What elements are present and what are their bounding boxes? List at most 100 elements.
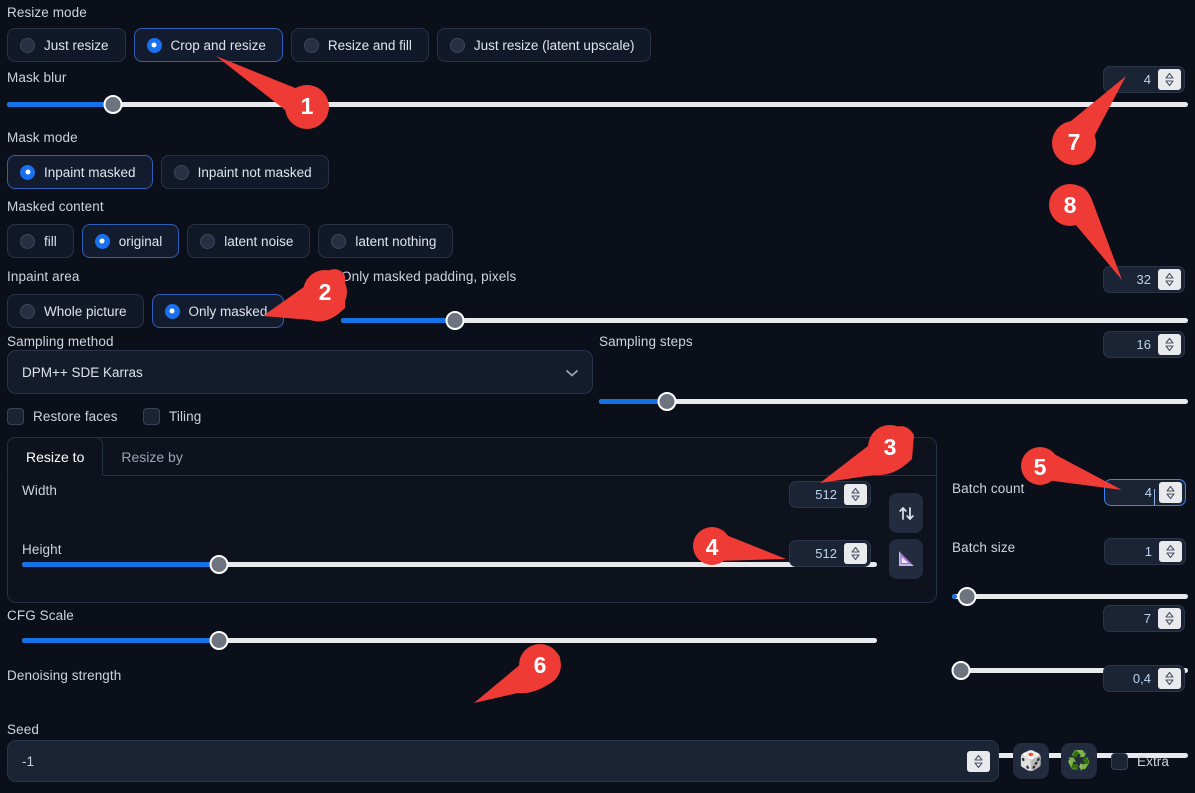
spinner-icon[interactable]	[1158, 269, 1181, 290]
annotation-number: 6	[533, 652, 547, 678]
spinner-icon[interactable]	[1158, 69, 1181, 90]
radio-label: Crop and resize	[170, 37, 266, 53]
cfg-scale-value: 7	[1143, 611, 1151, 626]
slider-thumb[interactable]	[209, 555, 229, 574]
radio-dot-icon	[331, 233, 347, 249]
denoising-strength-number-input[interactable]: 0,4	[1103, 665, 1185, 692]
swap-dimensions-icon[interactable]	[889, 493, 923, 533]
sampling-method-value: DPM++ SDE Karras	[22, 364, 143, 380]
slider-thumb[interactable]	[445, 311, 465, 330]
spinner-icon[interactable]	[1158, 668, 1181, 689]
random-seed-dice-icon[interactable]: 🎲	[1013, 743, 1049, 779]
restore-faces-checkbox[interactable]: Restore faces	[7, 408, 118, 425]
mask-blur-number-input[interactable]: 4	[1103, 66, 1185, 93]
checkbox-icon	[143, 408, 160, 425]
tiling-label: Tiling	[169, 409, 202, 424]
extra-label: Extra	[1137, 754, 1170, 769]
batch-count-slider[interactable]	[952, 587, 1188, 606]
radio-original[interactable]: original	[81, 224, 180, 258]
annotation-arrow-1: 1	[210, 50, 335, 130]
radio-dot-icon	[20, 164, 35, 180]
aspect-ratio-icon[interactable]	[889, 539, 923, 579]
tiling-checkbox[interactable]: Tiling	[143, 408, 201, 425]
tab-resize-to[interactable]: Resize to	[7, 437, 104, 476]
sampling-method-label: Sampling method	[7, 334, 114, 349]
sampling-steps-number-input[interactable]: 16	[1103, 331, 1185, 358]
checkbox-icon	[7, 408, 24, 425]
mask-mode-label: Mask mode	[7, 130, 78, 145]
denoising-strength-label: Denoising strength	[7, 668, 122, 683]
sampling-method-dropdown[interactable]: DPM++ SDE Karras	[7, 350, 593, 394]
radio-just-resize[interactable]: Just resize	[7, 28, 126, 62]
batch-size-number-input[interactable]: 1	[1104, 538, 1186, 565]
radio-just-resize-latent-upscale[interactable]: Just resize (latent upscale)	[436, 28, 652, 62]
spinner-icon[interactable]	[1158, 334, 1181, 355]
width-label: Width	[22, 483, 58, 498]
mask-mode-group[interactable]: Inpaint masked Inpaint not masked	[7, 155, 329, 189]
height-value: 512	[815, 546, 837, 561]
annotation-number: 2	[318, 279, 332, 305]
spinner-icon[interactable]	[844, 484, 867, 505]
slider-thumb[interactable]	[657, 392, 677, 411]
radio-dot-icon	[173, 164, 189, 180]
recycle-glyph: ♻️	[1067, 751, 1091, 772]
masked-content-label: Masked content	[7, 199, 104, 214]
slider-fill	[22, 562, 219, 567]
batch-count-value: 4	[1105, 485, 1159, 505]
spinner-icon[interactable]	[1159, 482, 1182, 503]
radio-inpaint-masked[interactable]: Inpaint masked	[7, 155, 153, 189]
slider-fill	[341, 318, 456, 323]
radio-dot-icon	[449, 37, 465, 53]
slider-thumb[interactable]	[957, 587, 977, 606]
radio-whole-picture[interactable]: Whole picture	[7, 294, 144, 328]
sampling-steps-slider[interactable]	[599, 392, 1188, 411]
batch-size-value: 1	[1144, 544, 1152, 559]
resize-mode-group[interactable]: Just resize Crop and resize Resize and f…	[7, 28, 652, 62]
cfg-scale-number-input[interactable]: 7	[1103, 605, 1185, 632]
slider-thumb[interactable]	[951, 661, 971, 680]
seed-value: -1	[22, 753, 35, 769]
resize-tabs[interactable]: Resize to Resize by	[7, 437, 936, 476]
reuse-seed-recycle-icon[interactable]: ♻️	[1061, 743, 1097, 779]
radio-label: Just resize	[44, 37, 109, 53]
radio-inpaint-not-masked[interactable]: Inpaint not masked	[160, 155, 329, 189]
spinner-icon[interactable]	[967, 750, 990, 772]
sampling-steps-label: Sampling steps	[599, 334, 693, 349]
radio-latent-noise[interactable]: latent noise	[187, 224, 311, 258]
radio-fill[interactable]: fill	[7, 224, 74, 258]
radio-latent-nothing[interactable]: latent nothing	[318, 224, 454, 258]
radio-crop-and-resize[interactable]: Crop and resize	[133, 28, 283, 62]
tab-resize-by[interactable]: Resize by	[103, 438, 201, 476]
only-masked-padding-number-input[interactable]: 32	[1103, 266, 1185, 293]
inpaint-area-group[interactable]: Whole picture Only masked	[7, 294, 285, 328]
slider-track	[599, 399, 1188, 404]
width-number-input[interactable]: 512	[789, 481, 871, 508]
width-slider[interactable]	[22, 555, 877, 574]
only-masked-padding-slider[interactable]	[341, 311, 1188, 330]
height-slider[interactable]	[22, 631, 877, 650]
radio-dot-icon	[20, 233, 35, 249]
denoising-strength-value: 0,4	[1132, 671, 1151, 686]
extra-seed-checkbox[interactable]: Extra	[1111, 753, 1169, 770]
radio-dot-icon	[164, 303, 180, 319]
batch-count-number-input[interactable]: 4	[1104, 479, 1186, 506]
slider-thumb[interactable]	[209, 631, 229, 650]
radio-only-masked[interactable]: Only masked	[151, 294, 285, 328]
slider-fill	[22, 638, 219, 643]
height-number-input[interactable]: 512	[789, 540, 871, 567]
radio-label: Whole picture	[44, 303, 127, 319]
mask-blur-slider[interactable]	[7, 95, 1188, 114]
slider-thumb[interactable]	[103, 95, 123, 114]
annotation-arrow-6: 6	[472, 644, 572, 709]
radio-resize-and-fill[interactable]: Resize and fill	[290, 28, 429, 62]
seed-input[interactable]: -1	[7, 740, 999, 782]
restore-faces-label: Restore faces	[33, 409, 118, 424]
chevron-down-icon	[566, 365, 578, 380]
spinner-icon[interactable]	[844, 543, 867, 564]
spinner-icon[interactable]	[1158, 608, 1181, 629]
radio-label: latent nothing	[355, 233, 437, 249]
radio-label: original	[118, 233, 163, 249]
resize-to-panel: Resize to Resize by	[7, 437, 937, 603]
masked-content-group[interactable]: fill original latent noise latent nothin…	[7, 224, 454, 258]
spinner-icon[interactable]	[1159, 541, 1182, 562]
